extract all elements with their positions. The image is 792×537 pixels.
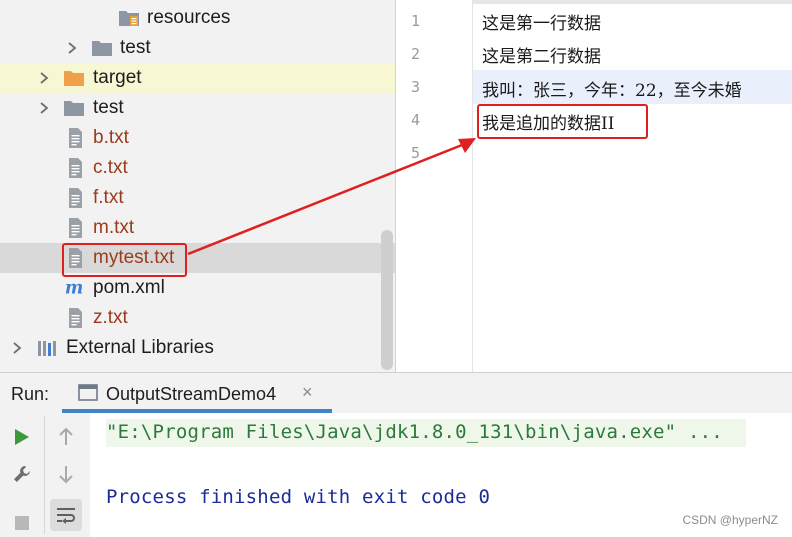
toolbar-divider (44, 416, 45, 534)
scroll-down-button[interactable] (52, 460, 80, 488)
stop-icon (15, 516, 29, 530)
process-finished-text: Process finished with exit code 0 (106, 486, 491, 508)
wrench-icon (14, 466, 30, 482)
tab-title: OutputStreamDemo4 (106, 384, 277, 404)
tab-outputstreamdemo4[interactable]: OutputStreamDemo4 × (62, 373, 332, 413)
command-text: "E:\Program Files\Java\jdk1.8.0_131\bin\… (106, 421, 723, 443)
close-icon[interactable]: × (302, 382, 313, 403)
watermark: CSDN @hyperNZ (682, 513, 778, 527)
stop-button[interactable] (8, 509, 36, 537)
run-panel-header: Run: OutputStreamDemo4 × (0, 372, 792, 414)
scroll-up-button[interactable] (52, 423, 80, 451)
console-tab-icon (78, 384, 98, 402)
rerun-button[interactable] (8, 423, 36, 451)
arrow-down-icon (59, 466, 73, 484)
soft-wrap-icon (57, 508, 75, 524)
arrow-up-icon (59, 427, 73, 445)
play-icon (15, 429, 29, 445)
settings-button[interactable] (8, 460, 36, 488)
run-label: Run: (11, 384, 50, 404)
run-toolbar (0, 413, 90, 537)
soft-wrap-button[interactable] (50, 499, 82, 531)
